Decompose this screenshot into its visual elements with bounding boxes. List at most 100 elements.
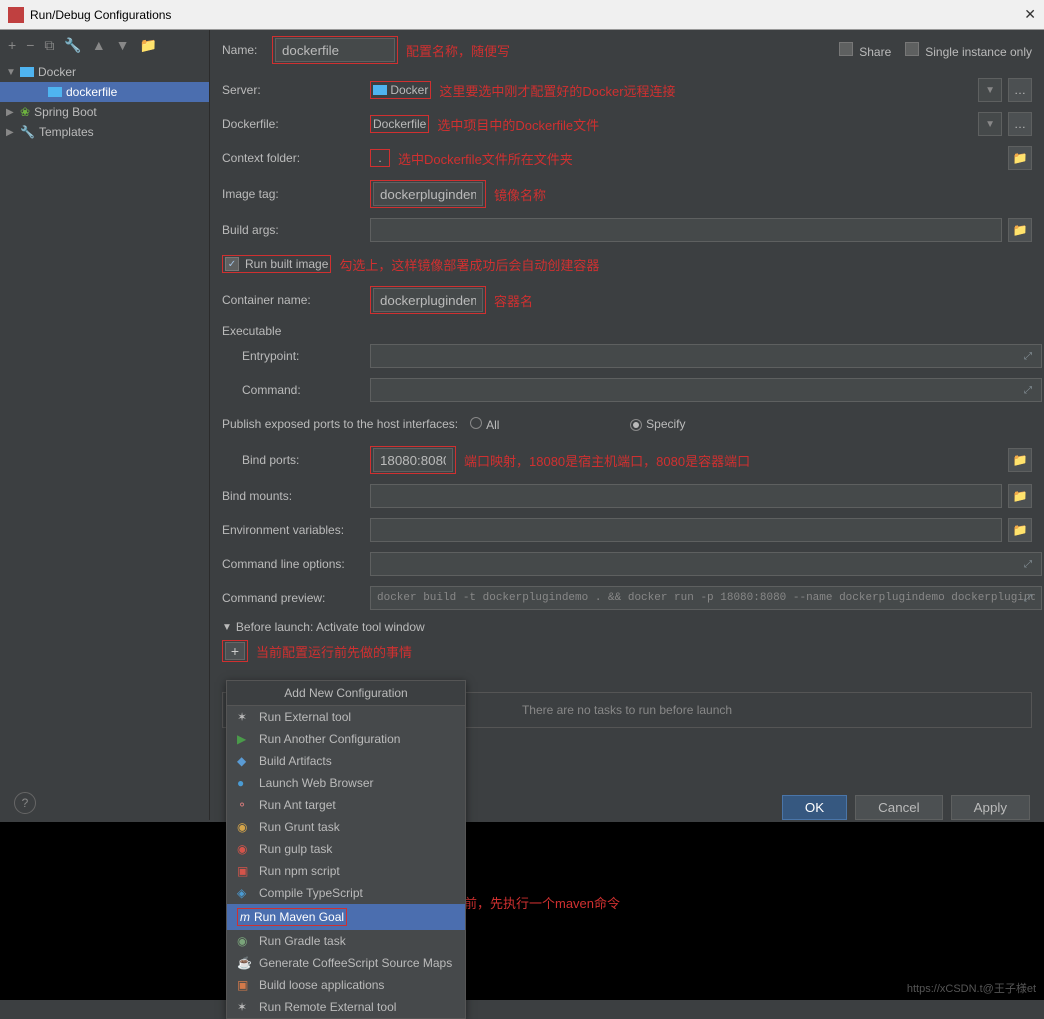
copy-icon[interactable]: ⧉ bbox=[44, 37, 54, 54]
config-tree: ▼ Docker dockerfile ▶ ❀ Spring Boot ▶ 🔧 … bbox=[0, 60, 209, 144]
sidebar-toolbar: + − ⧉ 🔧 ▲ ▼ 📁 bbox=[0, 30, 209, 60]
expand-icon[interactable]: ⤢ bbox=[1024, 385, 1032, 396]
envvars-browse[interactable]: 📁 bbox=[1008, 518, 1032, 542]
executable-header: Executable bbox=[222, 324, 1032, 338]
annotation: 端口映射，18080是宿主机端口，8080是容器端口 bbox=[464, 451, 750, 470]
chevron-down-icon: ▼ bbox=[222, 622, 232, 633]
popup-item[interactable]: ✶Run Remote External tool bbox=[227, 996, 465, 1018]
help-button[interactable]: ? bbox=[14, 792, 36, 814]
run-built-checkbox[interactable]: ✓Run built image bbox=[222, 255, 331, 273]
down-icon[interactable]: ▼ bbox=[116, 37, 130, 53]
popup-item[interactable]: ◉Run Grunt task bbox=[227, 816, 465, 838]
server-dropdown[interactable]: ▼ bbox=[978, 78, 1002, 102]
titlebar: Run/Debug Configurations ✕ bbox=[0, 0, 1044, 30]
cmdline-label: Command line options: bbox=[222, 557, 370, 571]
expand-icon[interactable]: ⤢ bbox=[1024, 559, 1032, 570]
up-icon[interactable]: ▲ bbox=[92, 37, 106, 53]
popup-header: Add New Configuration bbox=[227, 681, 465, 706]
chevron-right-icon: ▶ bbox=[6, 127, 16, 138]
name-input[interactable] bbox=[275, 38, 395, 62]
publish-label: Publish exposed ports to the host interf… bbox=[222, 417, 458, 431]
tree-docker[interactable]: ▼ Docker bbox=[0, 62, 209, 82]
radio-all[interactable]: All bbox=[470, 417, 618, 432]
dockerfile-browse[interactable]: … bbox=[1008, 112, 1032, 136]
add-task-button[interactable]: + bbox=[225, 642, 245, 660]
chevron-down-icon: ▼ bbox=[6, 67, 16, 78]
annotation: 选中Dockerfile文件所在文件夹 bbox=[398, 149, 573, 168]
popup-item[interactable]: ◆Build Artifacts bbox=[227, 750, 465, 772]
command-input[interactable] bbox=[370, 378, 1042, 402]
sidebar: + − ⧉ 🔧 ▲ ▼ 📁 ▼ Docker dockerfile ▶ ❀ Sp… bbox=[0, 30, 210, 820]
radio-specify[interactable]: Specify bbox=[630, 417, 778, 431]
tree-dockerfile[interactable]: dockerfile bbox=[0, 82, 209, 102]
popup-item[interactable]: ◉Run gulp task bbox=[227, 838, 465, 860]
popup-item[interactable]: ●Launch Web Browser bbox=[227, 772, 465, 794]
bindports-browse[interactable]: 📁 bbox=[1008, 448, 1032, 472]
docker-icon bbox=[20, 67, 34, 77]
popup-item[interactable]: ▣Build loose applications bbox=[227, 974, 465, 996]
popup-item[interactable]: ✶Run External tool bbox=[227, 706, 465, 728]
wrench-icon: 🔧 bbox=[20, 125, 35, 139]
annotation: 选中项目中的Dockerfile文件 bbox=[437, 115, 599, 134]
entrypoint-input[interactable] bbox=[370, 344, 1042, 368]
buildargs-label: Build args: bbox=[222, 223, 370, 237]
app-icon bbox=[8, 7, 24, 23]
tree-spring[interactable]: ▶ ❀ Spring Boot bbox=[0, 102, 209, 122]
expand-icon[interactable]: ⤢ bbox=[1024, 351, 1032, 362]
annotation: 镜像名称 bbox=[494, 185, 546, 204]
annotation: 勾选上，这样镜像部署成功后会自动创建容器 bbox=[339, 255, 599, 274]
context-label: Context folder: bbox=[222, 151, 370, 165]
tree-label: Templates bbox=[39, 125, 94, 139]
buildargs-browse[interactable]: 📁 bbox=[1008, 218, 1032, 242]
popup-item[interactable]: ⚬Run Ant target bbox=[227, 794, 465, 816]
remove-icon[interactable]: − bbox=[26, 37, 34, 53]
popup-item[interactable]: ▣Run npm script bbox=[227, 860, 465, 882]
container-input[interactable] bbox=[373, 288, 483, 312]
watermark: https://xCSDN.t@王子様et bbox=[907, 980, 1036, 996]
cancel-button[interactable]: Cancel bbox=[855, 795, 943, 820]
chevron-down-icon: ▼ bbox=[985, 85, 995, 96]
imagetag-input[interactable] bbox=[373, 182, 483, 206]
server-browse[interactable]: … bbox=[1008, 78, 1032, 102]
tree-label: Docker bbox=[38, 65, 76, 79]
buildargs-input[interactable] bbox=[370, 218, 1002, 242]
envvars-label: Environment variables: bbox=[222, 523, 370, 537]
bindports-input[interactable] bbox=[373, 448, 453, 472]
close-icon[interactable]: ✕ bbox=[1024, 6, 1036, 23]
command-label: Command: bbox=[222, 383, 370, 397]
popup-item[interactable]: ▶Run Another Configuration bbox=[227, 728, 465, 750]
add-icon[interactable]: + bbox=[8, 37, 16, 53]
bindmounts-browse[interactable]: 📁 bbox=[1008, 484, 1032, 508]
cmdpreview-label: Command preview: bbox=[222, 591, 370, 605]
tree-label: Spring Boot bbox=[34, 105, 97, 119]
bindmounts-input[interactable] bbox=[370, 484, 1002, 508]
popup-item[interactable]: ◈Compile TypeScript bbox=[227, 882, 465, 904]
wrench-icon[interactable]: 🔧 bbox=[64, 37, 81, 54]
bindports-label: Bind ports: bbox=[222, 453, 370, 467]
envvars-input[interactable] bbox=[370, 518, 1002, 542]
folder-icon[interactable]: 📁 bbox=[140, 37, 157, 54]
annotation: 这里要选中刚才配置好的Docker远程连接 bbox=[439, 81, 675, 100]
dockerfile-dropdown[interactable]: ▼ bbox=[978, 112, 1002, 136]
single-instance-checkbox[interactable]: Single instance only bbox=[905, 42, 1032, 59]
popup-item[interactable]: ◉Run Gradle task bbox=[227, 930, 465, 952]
name-label: Name: bbox=[222, 43, 272, 57]
annotation: 容器名 bbox=[494, 291, 533, 310]
expand-icon[interactable]: ⤢ bbox=[1024, 593, 1032, 604]
chevron-right-icon: ▶ bbox=[6, 107, 16, 118]
window-title: Run/Debug Configurations bbox=[30, 8, 171, 22]
dockerfile-label: Dockerfile: bbox=[222, 117, 370, 131]
apply-button[interactable]: Apply bbox=[951, 795, 1030, 820]
docker-icon bbox=[48, 87, 62, 97]
popup-item[interactable]: ☕Generate CoffeeScript Source Maps bbox=[227, 952, 465, 974]
popup-item-maven[interactable]: mRun Maven Goal bbox=[227, 904, 465, 930]
bindmounts-label: Bind mounts: bbox=[222, 489, 370, 503]
tree-templates[interactable]: ▶ 🔧 Templates bbox=[0, 122, 209, 142]
ok-button[interactable]: OK bbox=[782, 795, 847, 820]
before-launch-header[interactable]: ▼ Before launch: Activate tool window bbox=[222, 620, 1032, 634]
share-checkbox[interactable]: Share bbox=[839, 42, 891, 59]
context-browse[interactable]: 📁 bbox=[1008, 146, 1032, 170]
container-label: Container name: bbox=[222, 293, 370, 307]
cmdline-input[interactable] bbox=[370, 552, 1042, 576]
add-config-popup: Add New Configuration ✶Run External tool… bbox=[226, 680, 466, 1019]
